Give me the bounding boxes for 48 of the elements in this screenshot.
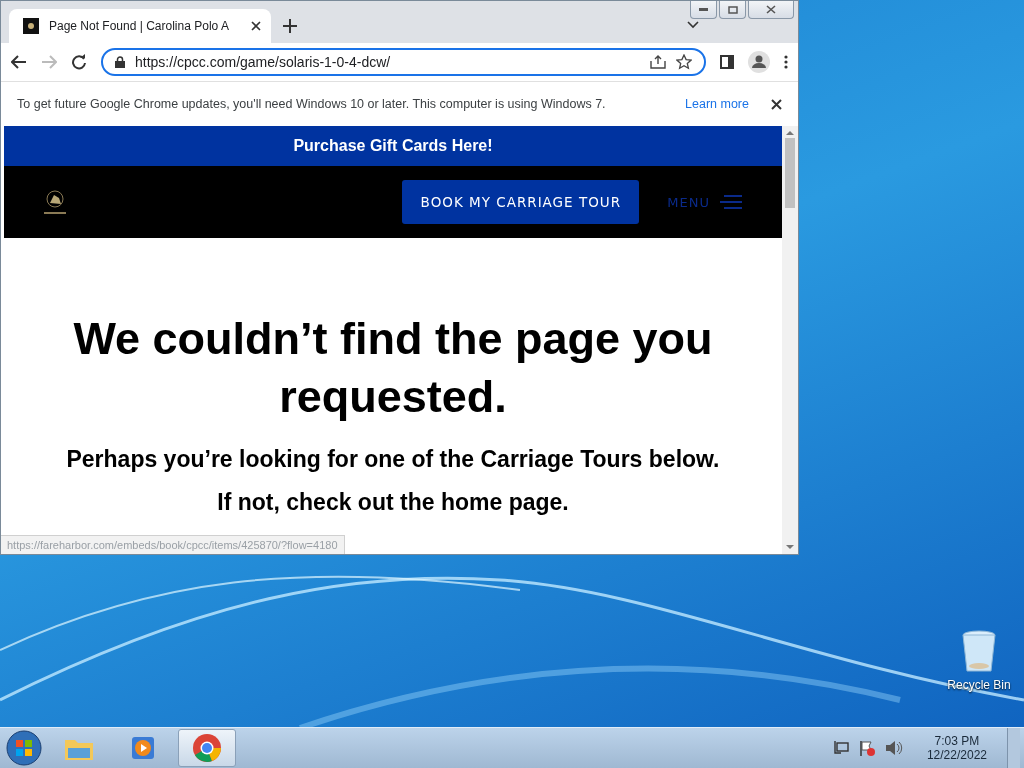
close-icon bbox=[766, 5, 776, 14]
browser-tab[interactable]: Page Not Found | Carolina Polo A bbox=[9, 9, 271, 43]
network-icon[interactable] bbox=[832, 740, 849, 756]
url-text: https://cpcc.com/game/solaris-1-0-4-dcw/ bbox=[135, 54, 392, 70]
site-favicon bbox=[23, 18, 39, 34]
minimize-icon bbox=[699, 8, 708, 11]
scroll-up-icon[interactable] bbox=[786, 130, 794, 136]
maximize-button[interactable] bbox=[719, 1, 746, 19]
learn-more-link[interactable]: Learn more bbox=[685, 97, 749, 111]
gift-cards-link[interactable]: Purchase Gift Cards Here! bbox=[293, 137, 493, 155]
taskbar-app-button[interactable] bbox=[178, 729, 236, 767]
share-icon[interactable] bbox=[650, 55, 666, 69]
infobar-message: To get future Google Chrome updates, you'll need Windows 10 or later. This computer is using Windows 7. bbox=[17, 97, 607, 111]
tab-title: Page Not Found | Carolina Polo A bbox=[49, 19, 230, 33]
flag-icon[interactable] bbox=[858, 740, 875, 756]
desktop-icon-label: Recycle Bin bbox=[947, 678, 1011, 692]
profile-icon[interactable] bbox=[748, 51, 770, 73]
menu-icon[interactable] bbox=[784, 55, 788, 69]
lock-icon bbox=[115, 56, 125, 68]
speaker-icon[interactable] bbox=[884, 740, 903, 756]
start-button[interactable] bbox=[4, 729, 44, 767]
hamburger-icon bbox=[720, 194, 742, 210]
close-icon[interactable] bbox=[251, 21, 261, 31]
clock-date: 12/22/2022 bbox=[926, 748, 987, 762]
chrome-icon bbox=[192, 733, 222, 763]
recycle-bin-icon[interactable] bbox=[961, 630, 997, 674]
chevron-down-icon[interactable] bbox=[687, 21, 699, 29]
scroll-down-icon[interactable] bbox=[786, 544, 794, 550]
book-tour-button[interactable]: BOOK MY CARRIAGE TOUR bbox=[402, 180, 640, 224]
scrollbar-thumb[interactable] bbox=[785, 138, 795, 208]
clock[interactable]: 7:03 PM 12/22/2022 bbox=[926, 734, 987, 762]
page-subheading: Perhaps you’re looking for one of the Carriage Tours below. bbox=[65, 446, 721, 473]
reload-icon[interactable] bbox=[71, 54, 87, 70]
new-tab-icon[interactable] bbox=[283, 19, 297, 33]
address-bar[interactable]: https://cpcc.com/game/solaris-1-0-4-dcw/ bbox=[101, 48, 706, 76]
close-button[interactable] bbox=[748, 1, 794, 19]
status-url: https://fareharbor.com/embeds/book/cpcc/items/425870/?flow=4180 bbox=[1, 535, 345, 554]
back-icon[interactable] bbox=[11, 55, 27, 69]
play-icon bbox=[130, 735, 156, 761]
clock-time: 7:03 PM bbox=[934, 734, 980, 748]
page-heading: We couldn’t find the page you requested. bbox=[72, 312, 714, 424]
scrollbar[interactable] bbox=[782, 126, 798, 554]
close-icon[interactable] bbox=[771, 98, 782, 110]
minimize-button[interactable] bbox=[690, 1, 717, 19]
maximize-icon bbox=[727, 5, 738, 14]
star-icon[interactable] bbox=[676, 54, 692, 70]
home-page-note: If not, check out the home page. bbox=[216, 489, 570, 516]
side-panel-icon[interactable] bbox=[720, 55, 734, 69]
